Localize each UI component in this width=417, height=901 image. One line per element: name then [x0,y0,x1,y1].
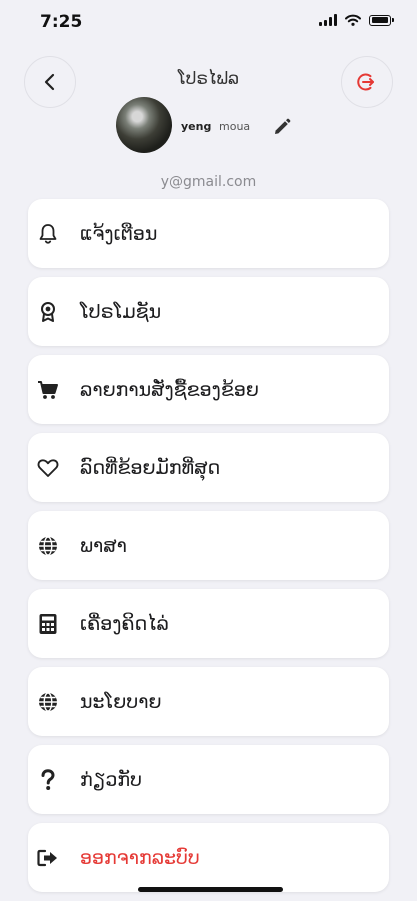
calculator-icon [37,613,59,635]
question-icon [37,768,59,791]
globe-icon [37,691,59,713]
menu-item-label: ເຄື່ອງຄິດໄລ່ [80,612,169,635]
status-bar: 7:25 [0,0,417,44]
menu-item-about[interactable]: ກ່ຽວກັບ [28,745,389,814]
logout-icon [357,73,374,91]
profile-first-name: yeng [181,120,212,133]
menu-item-notifications[interactable]: ແຈ້ງເຕືອນ [28,199,389,268]
profile-last-name: moua [219,120,251,133]
menu-item-label: ກ່ຽວກັບ [80,768,142,791]
wifi-icon [345,14,361,26]
signal-icon [319,14,337,26]
menu-item-sign-out[interactable]: ອອກຈາກລະບົບ [28,823,389,892]
menu-item-label: ພາສາ [80,534,127,557]
menu-item-label: ນະໂຍບາຍ [80,690,162,713]
status-icons [319,14,394,26]
profile-email: y@gmail.com [160,174,257,190]
menu-item-label: ລົດທີ່ຂ້ອຍມັກທີ່ສຸດ [80,456,221,479]
globe-icon [37,535,59,557]
bell-icon [37,223,59,245]
menu-item-label: ໂປຣໂມຊັນ [80,300,162,323]
menu-list: ແຈ້ງເຕືອນ ໂປຣໂມຊັນ ລາຍການສັ່ງຊື້ຂອງຂ້ອຍ [28,199,389,901]
menu-item-label: ລາຍການສັ່ງຊື້ຂອງຂ້ອຍ [80,378,259,401]
menu-item-my-orders[interactable]: ລາຍການສັ່ງຊື້ຂອງຂ້ອຍ [28,355,389,424]
menu-item-label: ອອກຈາກລະບົບ [80,846,200,869]
status-time: 7:25 [40,12,83,32]
menu-item-favorite-cars[interactable]: ລົດທີ່ຂ້ອຍມັກທີ່ສຸດ [28,433,389,502]
award-icon [37,301,59,323]
battery-icon [369,14,394,26]
sign-out-icon [37,847,59,869]
heart-icon [37,457,59,479]
menu-item-promotions[interactable]: ໂປຣໂມຊັນ [28,277,389,346]
menu-item-language[interactable]: ພາສາ [28,511,389,580]
cart-icon [37,379,59,401]
logout-button[interactable] [341,56,393,108]
home-indicator [138,887,283,892]
edit-icon[interactable] [272,117,292,137]
menu-item-policy[interactable]: ນະໂຍບາຍ [28,667,389,736]
menu-item-calculator[interactable]: ເຄື່ອງຄິດໄລ່ [28,589,389,658]
menu-item-label: ແຈ້ງເຕືອນ [80,222,158,245]
avatar[interactable] [116,97,172,153]
